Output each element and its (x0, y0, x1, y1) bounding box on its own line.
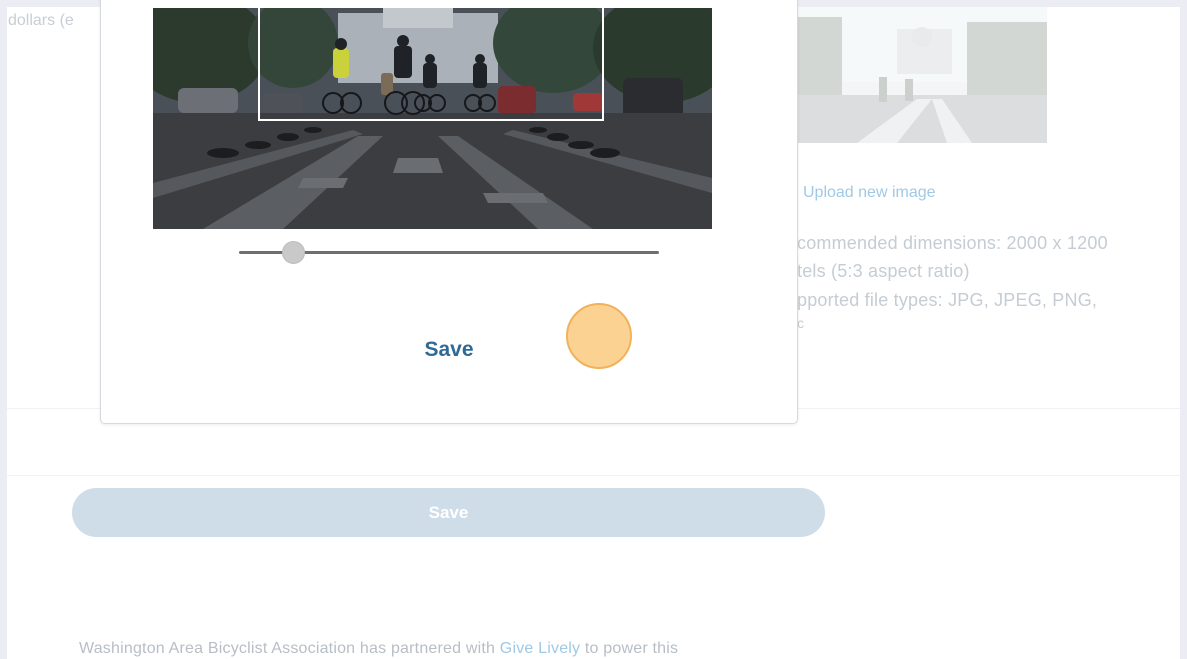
section-divider (7, 475, 1180, 476)
save-form-button[interactable]: Save (72, 488, 825, 537)
footer-text-before: Washington Area Bicyclist Association ha… (79, 640, 500, 657)
footer-text-after: to power this (580, 640, 679, 657)
image-crop-modal: Save (100, 0, 798, 424)
hint-dimensions: commended dimensions: 2000 x 1200 (797, 233, 1108, 253)
crop-save-button[interactable]: Save (399, 335, 499, 365)
amount-field-label: dollars (e (8, 12, 74, 29)
hint-aspect-ratio: tels (5:3 aspect ratio) (797, 261, 970, 281)
hint-file-types: pported file types: JPG, JPEG, PNG, (797, 290, 1098, 310)
hint-file-types-continued: c (797, 315, 805, 331)
upload-new-image-link[interactable]: Upload new image (803, 184, 936, 202)
footer-partner-text: Washington Area Bicyclist Association ha… (79, 640, 678, 658)
give-lively-link[interactable]: Give Lively (500, 640, 580, 657)
zoom-slider-thumb[interactable] (282, 241, 306, 264)
click-indicator (566, 303, 632, 369)
crop-selection-box[interactable] (258, 8, 604, 121)
crop-image-area[interactable] (153, 8, 712, 229)
current-image-preview (797, 7, 1047, 143)
